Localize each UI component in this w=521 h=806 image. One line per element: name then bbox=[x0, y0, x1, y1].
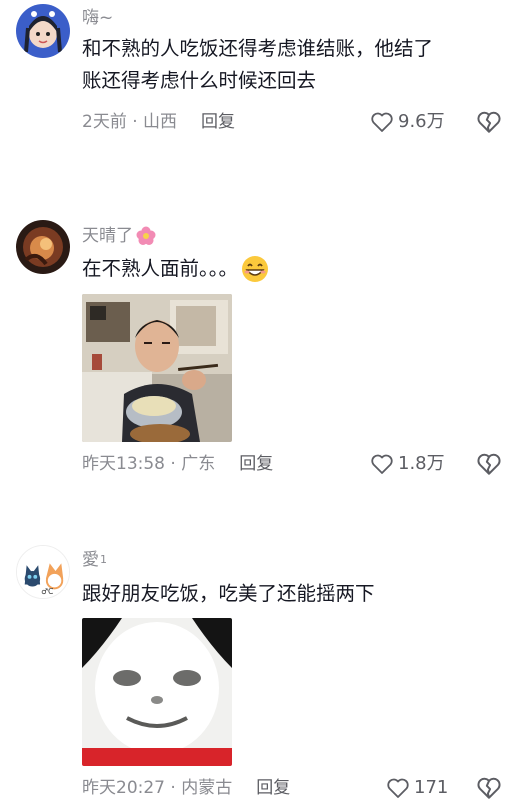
reply-button[interactable]: 回复 bbox=[239, 454, 273, 474]
dislike-button[interactable] bbox=[476, 452, 502, 480]
like-count: 171 bbox=[414, 777, 449, 798]
username-text: 天晴了 bbox=[82, 226, 133, 246]
heart-icon bbox=[371, 112, 393, 132]
dislike-button[interactable] bbox=[476, 110, 502, 138]
reply-button[interactable]: 回复 bbox=[256, 778, 290, 798]
comment-username[interactable]: 愛1 bbox=[82, 550, 107, 570]
svg-text:♂C: ♂C bbox=[41, 587, 53, 596]
comment-text-line: 在不熟人面前。。。 bbox=[82, 257, 239, 280]
dislike-button[interactable] bbox=[476, 776, 502, 804]
broken-heart-icon bbox=[477, 111, 501, 133]
flower-emoji-icon bbox=[136, 226, 156, 245]
reply-button[interactable]: 回复 bbox=[201, 112, 235, 132]
avatar[interactable] bbox=[16, 4, 70, 58]
comment-time-location: 2天前 · 山西 bbox=[82, 112, 178, 132]
like-count: 1.8万 bbox=[398, 453, 445, 474]
like-button[interactable]: 1.8万 bbox=[370, 452, 445, 476]
heart-icon bbox=[371, 454, 393, 474]
comment-time-location: 昨天20:27 · 内蒙古 bbox=[82, 778, 233, 798]
comment-meta: 2天前 · 山西 回复 bbox=[82, 110, 235, 134]
like-button[interactable]: 9.6万 bbox=[370, 110, 445, 134]
comment-text: 和不熟的人吃饭还得考虑谁结账，他结了 账还得考虑什么时候还回去 bbox=[82, 33, 502, 97]
broken-heart-icon bbox=[477, 777, 501, 799]
comment-username[interactable]: 嗨~ bbox=[82, 8, 113, 28]
comment-username[interactable]: 天晴了 bbox=[82, 225, 157, 247]
comment-image[interactable] bbox=[82, 618, 232, 766]
avatar[interactable]: ♂C bbox=[16, 545, 70, 599]
comment-text-line: 和不熟的人吃饭还得考虑谁结账，他结了 bbox=[82, 37, 434, 60]
like-button[interactable]: 171 bbox=[386, 776, 448, 800]
comment-image[interactable] bbox=[82, 294, 232, 442]
heart-icon bbox=[387, 778, 409, 798]
comment-text: 跟好朋友吃饭，吃美了还能摇两下 bbox=[82, 578, 502, 610]
comment-text: 在不熟人面前。。。 bbox=[82, 253, 502, 285]
avatar[interactable] bbox=[16, 220, 70, 274]
grin-emoji-icon bbox=[242, 256, 269, 282]
comment-text-line: 跟好朋友吃饭，吃美了还能摇两下 bbox=[82, 582, 375, 605]
comment-meta: 昨天20:27 · 内蒙古 回复 bbox=[82, 776, 290, 800]
comment-time-location: 昨天13:58 · 广东 bbox=[82, 454, 216, 474]
comment-meta: 昨天13:58 · 广东 回复 bbox=[82, 452, 273, 476]
username-text: 愛 bbox=[82, 550, 99, 570]
comment-text-line: 账还得考虑什么时候还回去 bbox=[82, 69, 317, 92]
broken-heart-icon bbox=[477, 453, 501, 475]
like-count: 9.6万 bbox=[398, 111, 445, 132]
user-badge: 1 bbox=[100, 553, 107, 566]
